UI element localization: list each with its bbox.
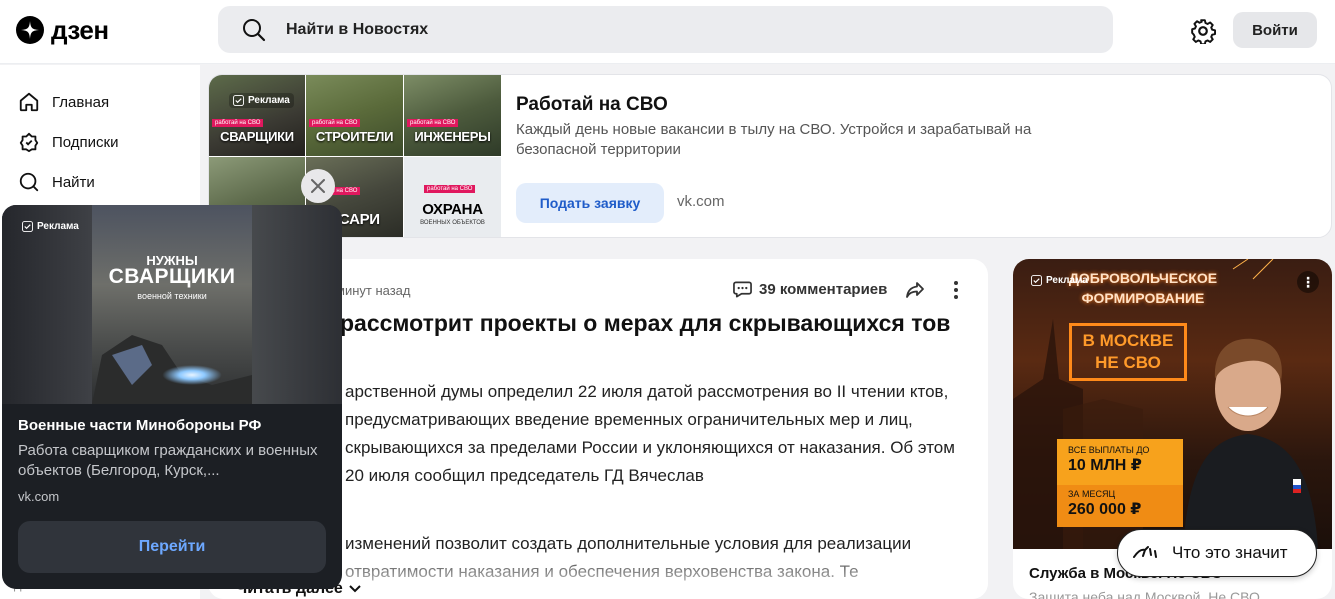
right-ad-month-box: ЗА МЕСЯЦ 260 000 ₽ xyxy=(1057,485,1183,527)
zen-logo[interactable]: дзен xyxy=(16,16,109,44)
ad-badge: Реклама xyxy=(229,93,294,108)
close-icon xyxy=(311,179,325,193)
ad-tile-tag: работай на СВО xyxy=(424,185,476,193)
subscriptions-icon xyxy=(19,132,39,153)
ad-badge: Реклама xyxy=(1031,275,1088,286)
apply-button[interactable]: Подать заявку xyxy=(516,183,664,223)
payment-big: 10 МЛН ₽ xyxy=(1068,457,1142,474)
right-ad-boxed-text: В МОСКВЕ НЕ СВО xyxy=(1069,323,1187,381)
month-small: ЗА МЕСЯЦ xyxy=(1068,489,1116,499)
close-popup-button[interactable] xyxy=(301,169,335,203)
ad-badge-label: Реклама xyxy=(1046,275,1088,286)
ad-badge: Реклама xyxy=(22,221,79,232)
ad-title[interactable]: Работай на СВО xyxy=(516,94,668,116)
ad-badge-label: Реклама xyxy=(248,95,290,106)
ad-tile-tag: работай на СВО xyxy=(407,119,459,127)
popup-ad[interactable]: НУЖНЫ СВАРЩИКИ военной техники Реклама В… xyxy=(2,205,342,589)
ad-check-icon xyxy=(233,95,244,106)
popup-domain[interactable]: vk.com xyxy=(18,489,59,504)
search-input[interactable] xyxy=(286,20,1046,39)
ad-tile-welders: работай на СВО СВАРЩИКИ xyxy=(209,75,305,156)
ad-tile-label: ОХРАНА xyxy=(422,201,483,218)
top-ad-banner[interactable]: работай на СВО СВАРЩИКИ работай на СВО С… xyxy=(208,74,1332,238)
logo-text: дзен xyxy=(51,15,109,45)
home-icon xyxy=(19,92,39,112)
ad-description: Каждый день новые вакансии в тылу на СВО… xyxy=(516,121,1032,158)
spark-glow xyxy=(162,365,222,385)
chevron-down-icon xyxy=(349,585,361,593)
search-icon xyxy=(19,172,39,192)
what-it-means-label: Что это значит xyxy=(1172,543,1288,562)
login-button[interactable]: Войти xyxy=(1233,12,1317,48)
month-big: 260 000 ₽ xyxy=(1068,501,1142,518)
ad-check-icon xyxy=(22,221,33,232)
ad-tile-engineers: работай на СВО ИНЖЕНЕРЫ xyxy=(404,75,501,156)
search-icon xyxy=(243,18,266,41)
comments-button[interactable]: 39 комментариев xyxy=(733,280,887,298)
ad-tile-tag: работай на СВО xyxy=(212,119,264,127)
ad-tile-guard: работай на СВО ОХРАНА ВОЕННЫХ ОБЪЕКТОВ xyxy=(404,157,501,237)
ad-tile-sub: ВОЕННЫХ ОБЪЕКТОВ xyxy=(420,220,485,226)
gear-icon[interactable] xyxy=(1190,18,1216,44)
sidebar-item-label: Главная xyxy=(52,93,110,111)
comments-count: 39 комментариев xyxy=(759,280,888,298)
what-it-means-button[interactable]: Что это значит xyxy=(1117,529,1317,577)
popup-title[interactable]: Военные части Минобороны РФ xyxy=(18,417,261,434)
ad-tile-label: СВАРЩИКИ xyxy=(220,129,294,144)
sidebar-item-subscriptions[interactable]: Подписки xyxy=(18,131,119,153)
more-icon[interactable] xyxy=(946,278,966,302)
popup-image-line3: военной техники xyxy=(137,291,207,301)
hand-icon xyxy=(1133,546,1157,558)
soldier-photo xyxy=(1183,338,1318,549)
popup-description: Работа сварщиком гражданских и военных о… xyxy=(18,442,318,479)
sidebar-item-home[interactable]: Главная xyxy=(18,91,109,113)
share-icon[interactable] xyxy=(905,280,925,300)
ad-domain[interactable]: vk.com xyxy=(677,193,725,210)
sidebar-item-search[interactable]: Найти xyxy=(18,171,95,193)
comment-icon xyxy=(733,281,752,298)
search-bar[interactable] xyxy=(218,6,1113,53)
more-icon[interactable]: ⋮ xyxy=(1297,271,1319,293)
popup-ad-image: НУЖНЫ СВАРЩИКИ военной техники xyxy=(2,205,342,404)
payment-small: ВСЕ ВЫПЛАТЫ ДО xyxy=(1068,445,1150,455)
ad-tile-label: СТРОИТЕЛИ xyxy=(315,129,394,144)
ad-badge-label: Реклама xyxy=(37,221,79,232)
top-header: дзен Войти xyxy=(0,0,1335,64)
right-ad-image: ДОБРОВОЛЬЧЕСКОЕ ФОРМИРОВАНИЕ В МОСКВЕ НЕ… xyxy=(1013,259,1332,549)
popup-image-line2: СВАРЩИКИ xyxy=(108,265,236,288)
article-time: минут назад xyxy=(336,283,411,298)
ad-tile-builders: работай на СВО СТРОИТЕЛИ xyxy=(306,75,403,156)
sidebar-item-label: Найти xyxy=(52,173,95,191)
right-ad-description: Защита неба над Москвой. Не СВО xyxy=(1029,589,1260,599)
go-button[interactable]: Перейти xyxy=(18,521,326,573)
right-ad-payment-box: ВСЕ ВЫПЛАТЫ ДО 10 МЛН ₽ xyxy=(1057,439,1183,485)
right-ad-headline: ДОБРОВОЛЬЧЕСКОЕ ФОРМИРОВАНИЕ xyxy=(1068,270,1218,306)
sidebar-item-label: Подписки xyxy=(52,133,119,151)
ad-tile-tag: работай на СВО xyxy=(309,119,361,127)
zen-logo-icon xyxy=(16,16,44,44)
ad-check-icon xyxy=(1031,275,1042,286)
ad-tile-label: ИНЖЕНЕРЫ xyxy=(414,129,491,144)
